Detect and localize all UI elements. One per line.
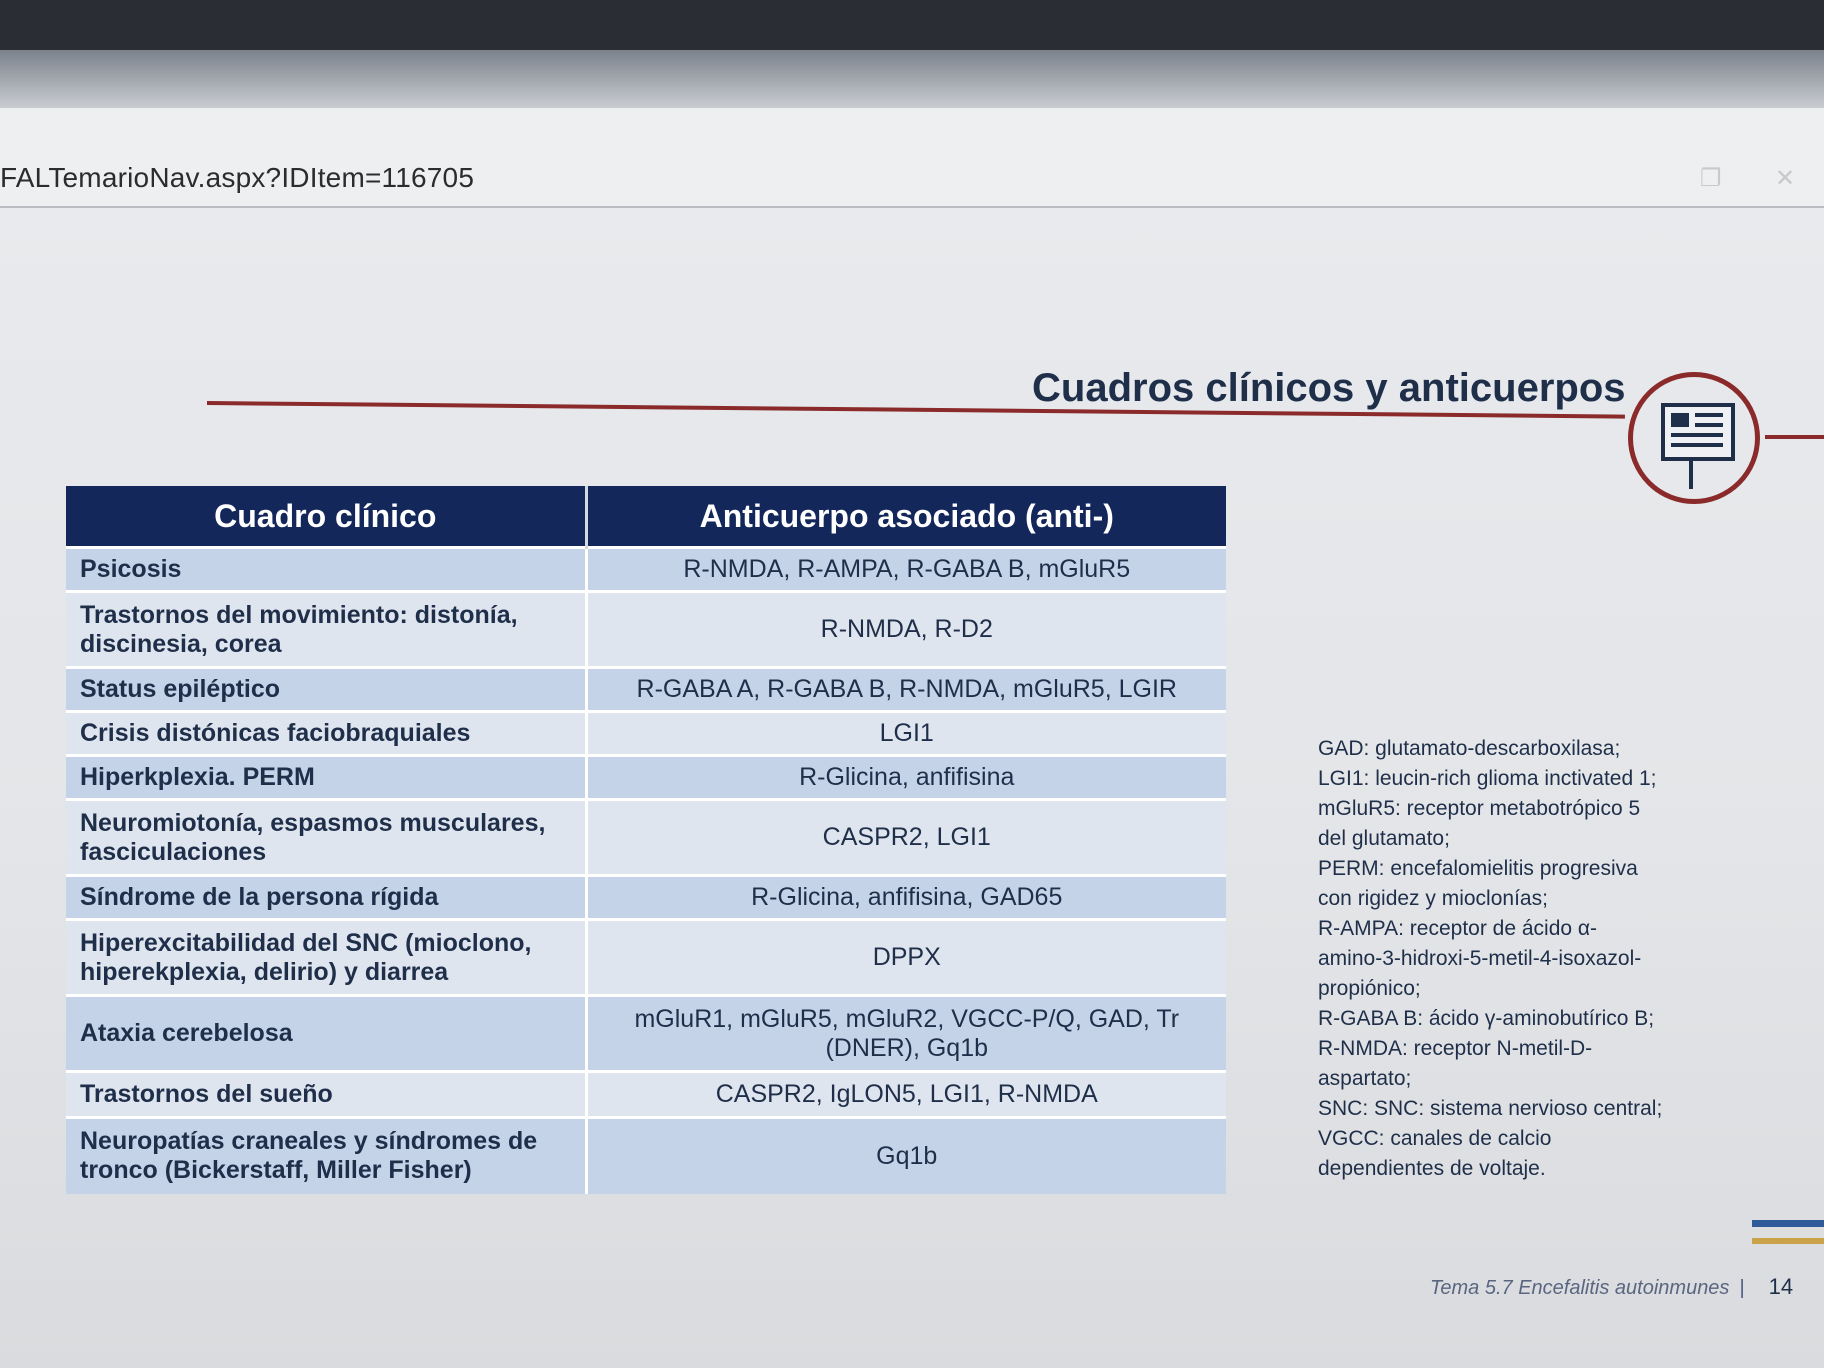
cuadro-cell: Psicosis — [66, 546, 588, 592]
cuadro-cell: Crisis distónicas faciobraquiales — [66, 710, 588, 756]
glossary-line: propiónico; — [1318, 977, 1421, 1000]
anticuerpo-cell: LGI1 — [586, 710, 1226, 756]
table-row: Trastornos del movimiento: distonía, dis… — [66, 590, 1226, 668]
anticuerpo-cell: R-GABA A, R-GABA B, R-NMDA, mGluR5, LGIR — [586, 666, 1226, 712]
anticuerpo-cell: R-NMDA, R-AMPA, R-GABA B, mGluR5 — [586, 546, 1226, 592]
table-row: Neuropatías craneales y síndromes de tro… — [66, 1116, 1226, 1194]
board-line-icon — [1671, 433, 1723, 437]
cuadro-cell: Ataxia cerebelosa — [66, 994, 588, 1072]
cuadro-cell: Síndrome de la persona rígida — [66, 874, 588, 920]
cuadro-cell: Status epiléptico — [66, 666, 588, 712]
glossary-line: amino-3-hidroxi-5-metil-4-isoxazol- — [1318, 947, 1642, 970]
browser-tab-strip — [0, 50, 1824, 108]
table-row: Crisis distónicas faciobraquiales LGI1 — [66, 710, 1226, 756]
glossary-line: aspartato; — [1318, 1067, 1412, 1090]
glossary-line: LGI1: leucin-rich glioma inctivated 1; — [1318, 767, 1657, 790]
table-row: Hiperkplexia. PERM R-Glicina, anfifisina — [66, 754, 1226, 800]
glossary-line: R-GABA B: ácido γ-aminobutírico B; — [1318, 1007, 1655, 1030]
table-row: Status epiléptico R-GABA A, R-GABA B, R-… — [66, 666, 1226, 712]
url-text[interactable]: FALTemarioNav.aspx?IDItem=116705 — [0, 162, 474, 194]
glossary-line: mGluR5: receptor metabotrópico 5 — [1318, 797, 1641, 820]
clinical-antibody-table: Cuadro clínico Anticuerpo asociado (anti… — [66, 486, 1226, 1194]
board-line-icon — [1695, 423, 1723, 427]
glossary-line: con rigidez y mioclonías; — [1318, 887, 1548, 910]
glossary-line: VGCC: canales de calcio — [1318, 1127, 1552, 1150]
close-window-icon[interactable]: ✕ — [1775, 164, 1795, 193]
cuadro-cell: Trastornos del sueño — [66, 1070, 588, 1118]
anticuerpo-cell: R-Glicina, anfifisina, GAD65 — [586, 874, 1226, 920]
glossary-line: dependientes de voltaje. — [1318, 1157, 1546, 1180]
glossary-line: del glutamato; — [1318, 827, 1450, 850]
anticuerpo-cell: DPPX — [586, 918, 1226, 996]
anticuerpo-cell: CASPR2, LGI1 — [586, 798, 1226, 876]
cuadro-cell: Trastornos del movimiento: distonía, dis… — [66, 590, 588, 668]
browser-screen: FALTemarioNav.aspx?IDItem=116705 ❐ ✕ Cua… — [0, 50, 1824, 1368]
slide-footer: Tema 5.7 Encefalitis autoinmunes | 14 — [1430, 1274, 1793, 1300]
cuadro-cell: Neuropatías craneales y síndromes de tro… — [66, 1116, 588, 1194]
abbreviation-glossary: GAD: glutamato-descarboxilasa; LGI1: leu… — [1318, 734, 1698, 1184]
column-header: Cuadro clínico — [66, 486, 588, 548]
board-line-icon — [1671, 443, 1723, 447]
anticuerpo-cell: R-Glicina, anfifisina — [586, 754, 1226, 800]
footer-topic: Tema 5.7 Encefalitis autoinmunes — [1430, 1277, 1730, 1299]
anticuerpo-cell: R-NMDA, R-D2 — [586, 590, 1226, 668]
glossary-line: SNC: SNC: sistema nervioso central; — [1318, 1097, 1663, 1120]
presentation-board-icon — [1628, 372, 1824, 504]
slide-title: Cuadros clínicos y anticuerpos — [1032, 366, 1626, 410]
page-number: 14 — [1768, 1274, 1794, 1299]
board-image-icon — [1671, 413, 1689, 427]
anticuerpo-cell: CASPR2, IgLON5, LGI1, R-NMDA — [586, 1070, 1226, 1118]
glossary-line: R-AMPA: receptor de ácido α- — [1318, 917, 1598, 940]
table-header-row: Cuadro clínico Anticuerpo asociado (anti… — [66, 486, 1226, 548]
table-row: Trastornos del sueño CASPR2, IgLON5, LGI… — [66, 1070, 1226, 1118]
cuadro-cell: Neuromiotonía, espasmos musculares, fasc… — [66, 798, 588, 876]
table-row: Síndrome de la persona rígida R-Glicina,… — [66, 874, 1226, 920]
board-stand-icon — [1689, 459, 1693, 489]
accent-bar-gold — [1752, 1238, 1824, 1244]
anticuerpo-cell: Gq1b — [586, 1116, 1226, 1194]
table-row: Hiperexcitabilidad del SNC (mioclono, hi… — [66, 918, 1226, 996]
table-row: Neuromiotonía, espasmos musculares, fasc… — [66, 798, 1226, 876]
restore-window-icon[interactable]: ❐ — [1700, 164, 1722, 193]
board-icon-frame — [1661, 403, 1735, 461]
column-header: Anticuerpo asociado (anti-) — [586, 486, 1226, 548]
glossary-line: PERM: encefalomielitis progresiva — [1318, 857, 1638, 880]
cuadro-cell: Hiperexcitabilidad del SNC (mioclono, hi… — [66, 918, 588, 996]
anticuerpo-cell: mGluR1, mGluR5, mGluR2, VGCC-P/Q, GAD, T… — [586, 994, 1226, 1072]
accent-bar-blue — [1752, 1220, 1824, 1227]
table-row: Ataxia cerebelosa mGluR1, mGluR5, mGluR2… — [66, 994, 1226, 1072]
footer-separator: | — [1739, 1277, 1745, 1299]
title-divider-tail — [1765, 435, 1824, 439]
glossary-line: GAD: glutamato-descarboxilasa; — [1318, 737, 1621, 760]
address-bar[interactable]: FALTemarioNav.aspx?IDItem=116705 ❐ ✕ — [0, 108, 1824, 208]
board-line-icon — [1695, 413, 1723, 417]
cuadro-cell: Hiperkplexia. PERM — [66, 754, 588, 800]
glossary-line: R-NMDA: receptor N-metil-D- — [1318, 1037, 1593, 1060]
table-row: Psicosis R-NMDA, R-AMPA, R-GABA B, mGluR… — [66, 546, 1226, 592]
presentation-slide: Cuadros clínicos y anticuerpos Cuadro cl… — [0, 206, 1824, 1368]
